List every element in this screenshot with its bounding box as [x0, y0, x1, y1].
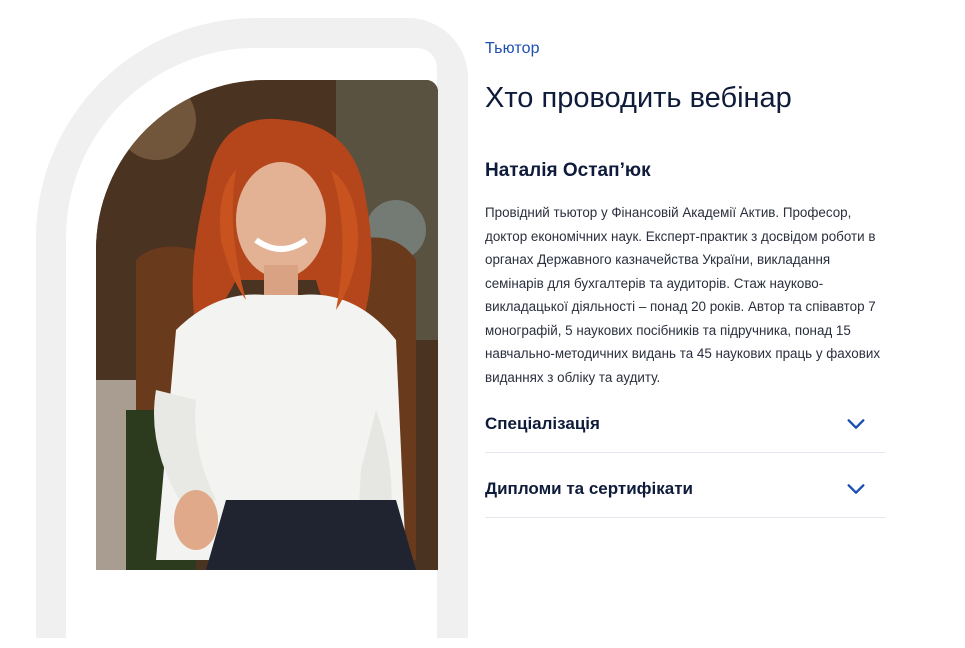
accordion-diplomas[interactable]: Дипломи та сертифікати	[485, 461, 885, 518]
section-title: Хто проводить вебінар	[485, 82, 792, 114]
accordion-label: Спеціалізація	[485, 414, 600, 433]
section-eyebrow: Тьютор	[485, 40, 540, 57]
tutor-name: Наталія Остап’юк	[485, 160, 651, 181]
tutor-bio: Провідний тьютор у Фінансовій Академії А…	[485, 205, 881, 385]
chevron-down-icon[interactable]	[845, 413, 867, 435]
chevron-down-icon[interactable]	[845, 478, 867, 500]
tutor-photo	[96, 80, 438, 570]
accordion-specialization[interactable]: Спеціалізація	[485, 396, 885, 453]
accordion-label: Дипломи та сертифікати	[485, 479, 694, 498]
